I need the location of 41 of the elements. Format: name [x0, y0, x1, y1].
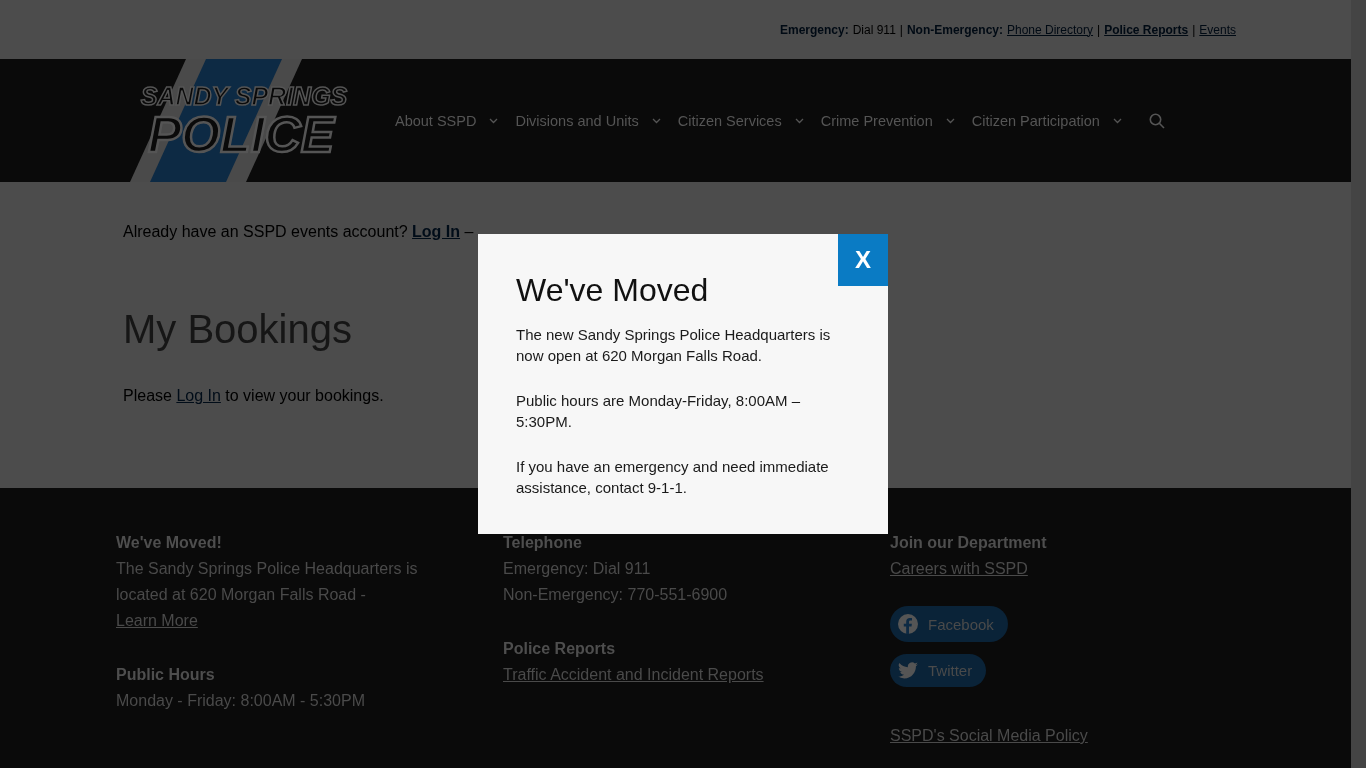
modal-text: The new Sandy Springs Police Headquarters is now open at 620 Morgan Falls Road. [516, 325, 832, 366]
search-icon[interactable] [1148, 112, 1165, 129]
nav-menu-item[interactable]: Citizen Participation [971, 112, 1139, 129]
social-button[interactable]: Twitter [890, 654, 987, 687]
top-link[interactable]: Phone Directory [1007, 22, 1094, 37]
footer-text: The Sandy Springs Police Headquarters is located at 620 Morgan Falls Road - Learn More [116, 559, 419, 631]
footer-heading: Public Hours [116, 665, 216, 685]
modal-text: If you have an emergency and need immediate assistance, contact 9-1-1. [516, 457, 830, 498]
account-prompt: Already have an SSPD events account? Log In – [123, 223, 474, 241]
nav-menu-item[interactable]: Divisions and Units [515, 112, 678, 129]
footer-text: Monday - Friday: 8:00AM - 5:30PM [116, 691, 366, 711]
facebook-icon [898, 614, 918, 634]
footer-heading: Police Reports [503, 639, 617, 659]
contact-text: Dial 911 [852, 22, 896, 37]
policy-link[interactable]: SSPD's Social Media Policy [890, 727, 1088, 744]
footer-heading: Join our Department [890, 533, 1048, 553]
nav-menu-item[interactable]: Citizen Services [677, 112, 821, 129]
footer-link[interactable]: Careers with SSPD [890, 560, 1028, 577]
top-link[interactable]: Police Reports [1104, 22, 1189, 37]
separator: | [1097, 22, 1101, 37]
contact-label: Emergency: [780, 22, 849, 37]
social-button[interactable]: Facebook [890, 606, 1008, 642]
footer-link[interactable]: Traffic Accident and Incident Reports [503, 666, 764, 683]
learn-more-link[interactable]: Learn More [116, 612, 198, 629]
separator: | [899, 22, 903, 37]
login-link[interactable]: Log In [412, 223, 461, 240]
footer-heading: Telephone [503, 533, 583, 553]
modal-title: We've Moved [516, 271, 710, 310]
top-link[interactable]: Events [1199, 22, 1236, 37]
nav-menu-item[interactable]: About SSPD [395, 112, 516, 129]
footer-heading: We've Moved! [116, 533, 223, 553]
nav-menu-item[interactable]: Crime Prevention [820, 112, 972, 129]
footer-text: Emergency: Dial 911 [503, 559, 652, 579]
login-link[interactable]: Log In [176, 387, 221, 404]
footer-text: Non-Emergency: 770-551-6900 [503, 585, 729, 605]
separator: | [1192, 22, 1196, 37]
bird-icon [898, 662, 918, 679]
contact-label: Non-Emergency: [906, 22, 1003, 37]
modal-text: Public hours are Monday-Friday, 8:00AM – 5:30PM. [516, 391, 802, 432]
close-button[interactable]: X [838, 234, 888, 286]
login-prompt: Please Log In to view your bookings. [123, 387, 384, 405]
